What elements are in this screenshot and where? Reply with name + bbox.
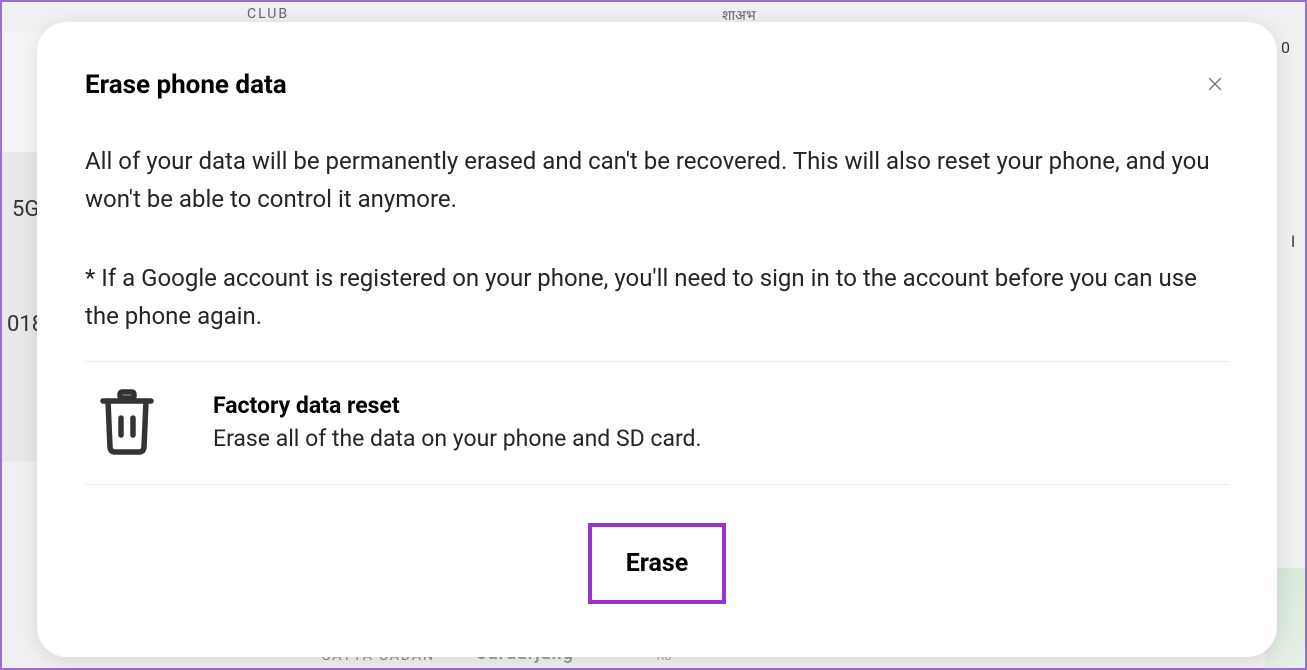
modal-title: Erase phone data <box>85 70 287 100</box>
close-button[interactable] <box>1201 70 1229 98</box>
bg-text: CLUB <box>247 6 289 22</box>
bg-text: l <box>1291 232 1295 251</box>
reset-text-container: Factory data reset Erase all of the data… <box>213 392 702 452</box>
divider <box>85 484 1229 485</box>
modal-header: Erase phone data <box>85 70 1229 100</box>
bg-sidebar-top <box>2 32 42 152</box>
erase-button[interactable]: Erase <box>588 523 727 604</box>
reset-title: Factory data reset <box>213 392 702 419</box>
google-account-note: * If a Google account is registered on y… <box>85 259 1229 336</box>
bg-text: 5G <box>12 197 39 222</box>
reset-description: Erase all of the data on your phone and … <box>213 425 702 452</box>
trash-icon <box>99 388 155 456</box>
close-icon <box>1205 74 1225 94</box>
modal-body: All of your data will be permanently era… <box>85 142 1229 336</box>
button-container: Erase <box>85 523 1229 604</box>
erase-phone-modal: Erase phone data All of your data will b… <box>37 22 1277 657</box>
factory-reset-section: Factory data reset Erase all of the data… <box>85 362 1229 484</box>
warning-text: All of your data will be permanently era… <box>85 142 1229 219</box>
